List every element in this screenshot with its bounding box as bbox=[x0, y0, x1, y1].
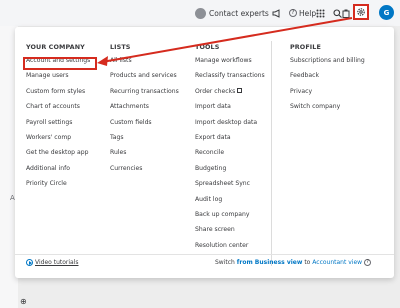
menu-item-payroll-settings[interactable]: Payroll settings bbox=[26, 117, 90, 132]
search-icon[interactable] bbox=[333, 6, 342, 20]
switch-to-text: to bbox=[302, 259, 313, 266]
menu-item-reclassify-transactions[interactable]: Reclassify transactions bbox=[195, 70, 265, 85]
menu-item-workers-comp[interactable]: Workers' comp bbox=[26, 132, 90, 147]
menu-item-order-checks[interactable]: Order checks bbox=[195, 86, 265, 101]
menu-item-custom-form-styles[interactable]: Custom form styles bbox=[26, 86, 90, 101]
accountant-view-link[interactable]: Accountant view bbox=[312, 259, 362, 266]
menu-item-recurring-transactions[interactable]: Recurring transactions bbox=[110, 86, 179, 101]
menu-item-tags[interactable]: Tags bbox=[110, 132, 179, 147]
menu-item-privacy[interactable]: Privacy bbox=[290, 86, 365, 101]
settings-dropdown-panel: YOUR COMPANY Account and settings Manage… bbox=[15, 27, 394, 278]
contact-experts-button[interactable]: Contact experts bbox=[195, 6, 269, 20]
help-icon: ? bbox=[289, 9, 297, 17]
menu-item-attachments[interactable]: Attachments bbox=[110, 101, 179, 116]
column-lists: LISTS All lists Products and services Re… bbox=[110, 43, 179, 178]
column-header: YOUR COMPANY bbox=[26, 43, 85, 51]
megaphone-icon[interactable] bbox=[272, 6, 282, 20]
menu-item-custom-fields[interactable]: Custom fields bbox=[110, 117, 179, 132]
help-label: Help bbox=[299, 8, 317, 18]
menu-item-reconcile[interactable]: Reconcile bbox=[195, 147, 265, 162]
menu-item-share-screen[interactable]: Share screen bbox=[195, 224, 265, 239]
column-profile: PROFILE Subscriptions and billing Feedba… bbox=[290, 43, 365, 117]
menu-item-back-up-company[interactable]: Back up company bbox=[195, 209, 265, 224]
menu-item-currencies[interactable]: Currencies bbox=[110, 163, 179, 178]
switch-view-line: Switch from Business view to Accountant … bbox=[215, 259, 372, 266]
video-tutorials-link[interactable]: Video tutorials bbox=[26, 259, 79, 266]
menu-item-chart-of-accounts[interactable]: Chart of accounts bbox=[26, 101, 90, 116]
settings-gear-button[interactable] bbox=[353, 4, 369, 20]
menu-item-additional-info[interactable]: Additional info bbox=[26, 163, 90, 178]
column-divider bbox=[271, 41, 272, 266]
menu-item-feedback[interactable]: Feedback bbox=[290, 70, 365, 85]
menu-item-import-data[interactable]: Import data bbox=[195, 101, 265, 116]
menu-item-rules[interactable]: Rules bbox=[110, 147, 179, 162]
switch-prefix: Switch bbox=[215, 259, 237, 266]
background-fragment: ⊕ bbox=[20, 297, 27, 306]
menu-item-spreadsheet-sync[interactable]: Spreadsheet Sync bbox=[195, 178, 265, 193]
expert-avatar-icon bbox=[195, 7, 206, 19]
menu-item-manage-workflows[interactable]: Manage workflows bbox=[195, 55, 265, 70]
column-header: TOOLS bbox=[195, 43, 220, 51]
menu-item-export-data[interactable]: Export data bbox=[195, 132, 265, 147]
menu-item-all-lists[interactable]: All lists bbox=[110, 55, 179, 70]
notifications-icon[interactable] bbox=[342, 6, 350, 20]
contact-experts-label: Contact experts bbox=[209, 8, 269, 18]
video-tutorials-label: Video tutorials bbox=[35, 259, 79, 266]
column-header: PROFILE bbox=[290, 43, 321, 51]
menu-item-manage-users[interactable]: Manage users bbox=[26, 70, 90, 85]
annotation-highlight-box bbox=[23, 57, 97, 70]
menu-item-get-desktop-app[interactable]: Get the desktop app bbox=[26, 147, 90, 162]
menu-item-budgeting[interactable]: Budgeting bbox=[195, 163, 265, 178]
apps-grid-icon[interactable] bbox=[316, 6, 325, 20]
top-bar: Contact experts ? Help G bbox=[0, 0, 400, 26]
menu-item-resolution-center[interactable]: Resolution center bbox=[195, 240, 265, 255]
gear-icon bbox=[357, 8, 365, 16]
order-checks-label: Order checks bbox=[195, 87, 236, 95]
switch-from-text: from Business view bbox=[236, 259, 303, 266]
help-icon[interactable]: ? bbox=[364, 259, 372, 266]
external-link-icon bbox=[237, 88, 243, 94]
menu-item-audit-log[interactable]: Audit log bbox=[195, 194, 265, 209]
column-header: LISTS bbox=[110, 43, 131, 51]
play-icon bbox=[26, 259, 33, 266]
menu-item-subscriptions-and-billing[interactable]: Subscriptions and billing bbox=[290, 55, 365, 70]
menu-item-import-desktop-data[interactable]: Import desktop data bbox=[195, 117, 265, 132]
column-tools: TOOLS Manage workflows Reclassify transa… bbox=[195, 43, 265, 255]
menu-item-priority-circle[interactable]: Priority Circle bbox=[26, 178, 90, 193]
user-avatar[interactable]: G bbox=[379, 5, 394, 20]
footer-divider bbox=[15, 254, 394, 255]
help-button[interactable]: ? Help bbox=[289, 6, 316, 20]
menu-item-switch-company[interactable]: Switch company bbox=[290, 101, 365, 116]
menu-item-products-and-services[interactable]: Products and services bbox=[110, 70, 179, 85]
